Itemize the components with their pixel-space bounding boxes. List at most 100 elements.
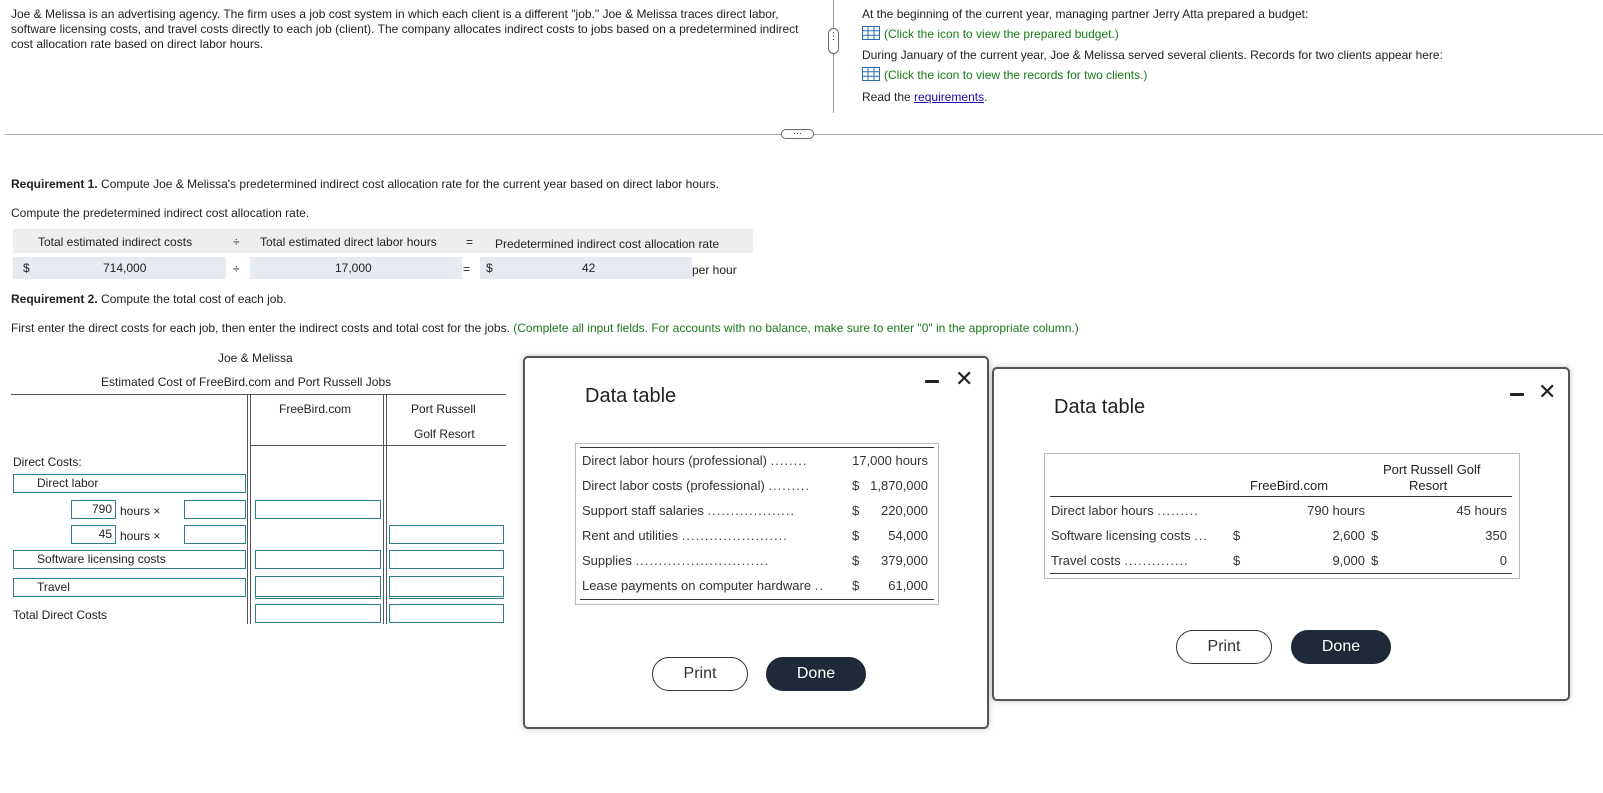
records-link-text[interactable]: (Click the icon to view the records for … [884, 68, 1147, 82]
print-button[interactable]: Print [652, 657, 748, 691]
row-currency-freebird: $ [1233, 553, 1241, 568]
done-button[interactable]: Done [766, 657, 866, 691]
row-leader-dots: ......... [1157, 503, 1199, 518]
req2-instruction-note: (Complete all input fields. For accounts… [509, 321, 1079, 335]
rate-value[interactable]: 42 [582, 261, 595, 275]
budget-data-dialog: Data table ✕ Direct labor hours (profess… [523, 356, 989, 729]
freebird-direct-labor-input[interactable] [255, 500, 381, 519]
budget-table: Direct labor hours (professional) ......… [575, 443, 939, 605]
req2-label-text: Compute the total cost of each job. [97, 292, 287, 306]
row-value: 17,000 hours [852, 453, 928, 468]
budget-row: Direct labor hours (professional) ......… [582, 453, 932, 471]
client-records-dialog: Data table ✕ FreeBird.com Port Russell G… [992, 367, 1570, 701]
done-button[interactable]: Done [1291, 630, 1391, 664]
req2-instruction-text: First enter the direct costs for each jo… [11, 321, 510, 335]
row-currency: $ [852, 528, 860, 543]
total-direct-label: Total Direct Costs [13, 608, 108, 622]
row-value: 379,000 [881, 553, 928, 568]
col-rule-2b [386, 394, 387, 624]
minimize-icon[interactable] [1510, 393, 1524, 396]
requirements-link[interactable]: requirements [914, 90, 984, 104]
row-value-freebird: 790 hours [1307, 503, 1365, 518]
direct-labor-label-field[interactable]: Direct labor [13, 474, 246, 493]
labor-hours-value[interactable]: 17,000 [335, 261, 372, 275]
travel-label: Travel [37, 580, 70, 594]
table-icon[interactable] [862, 67, 880, 81]
travel-label-field[interactable]: Travel [13, 578, 246, 597]
print-button[interactable]: Print [1176, 630, 1272, 664]
software-label: Software licensing costs [37, 552, 166, 566]
row-label: Support staff salaries [582, 503, 704, 518]
table-icon[interactable] [862, 26, 880, 40]
freebird-hours-input[interactable]: 790 [71, 500, 116, 519]
req1-label-bold: Requirement 1. [11, 177, 98, 191]
intro-text: Joe & Melissa is an advertising agency. … [11, 7, 799, 51]
records-row: Travel costs .............. $9,000 $0 [1051, 553, 1511, 571]
row-value-freebird: 2,600 [1332, 528, 1365, 543]
freebird-total-direct-input[interactable] [255, 604, 381, 623]
read-requirements: Read the requirements. [862, 90, 987, 104]
row-currency-port: $ [1371, 528, 1379, 543]
freebird-software-input[interactable] [255, 550, 381, 569]
col-header-port-2: Resort [1409, 478, 1448, 493]
row-currency-port: $ [1371, 553, 1379, 568]
read-suffix: . [984, 90, 988, 104]
freebird-rate-input[interactable] [184, 500, 246, 519]
port-direct-labor-input[interactable] [389, 525, 504, 544]
row-currency: $ [852, 578, 860, 593]
budget-row: Rent and utilities .....................… [582, 528, 932, 546]
header-labor-hours: Total estimated direct labor hours [260, 235, 437, 249]
row-leader-dots: ................... [707, 503, 796, 518]
records-row: Software licensing costs ... $2,600 $350 [1051, 528, 1511, 546]
software-label-field[interactable]: Software licensing costs [13, 550, 246, 569]
budget-link[interactable]: (Click the icon to view the prepared bud… [862, 26, 1119, 41]
row-label: Direct labor hours [1051, 503, 1154, 518]
row-value: 220,000 [881, 503, 928, 518]
budget-row: Direct labor costs (professional) ......… [582, 478, 932, 496]
row-leader-dots: .............. [1124, 553, 1189, 568]
budget-row: Lease payments on computer hardware .. $6… [582, 578, 932, 596]
row-leader-dots: .. [814, 578, 824, 593]
port-rate-input[interactable] [184, 525, 246, 544]
row-value: 54,000 [888, 528, 928, 543]
row-label: Travel costs [1051, 553, 1121, 568]
row-value-port: 350 [1485, 528, 1507, 543]
records-bottom-rule [1050, 573, 1512, 574]
col-rule-2a [383, 394, 384, 624]
req2-label: Requirement 2. Compute the total cost of… [11, 292, 286, 306]
expand-handle-icon[interactable]: ··· [781, 129, 814, 139]
port-total-direct-input[interactable] [389, 604, 504, 623]
col-header-port-1: Port Russell [411, 402, 476, 416]
close-icon[interactable]: ✕ [955, 368, 973, 390]
table-title-company: Joe & Melissa [218, 351, 293, 365]
row-leader-dots: ............................. [635, 553, 770, 568]
per-hour-label: per hour [692, 263, 737, 277]
table-top-rule [11, 394, 506, 395]
client-records-table: FreeBird.com Port Russell Golf Resort Di… [1044, 453, 1520, 579]
row-label: Software licensing costs [1051, 528, 1191, 543]
row-leader-dots: ........ [770, 453, 808, 468]
direct-costs-label: Direct Costs: [13, 455, 82, 469]
records-header-rule [1050, 496, 1512, 497]
budget-intro-line: At the beginning of the current year, ma… [862, 7, 1309, 21]
dialog-title: Data table [1054, 396, 1146, 418]
minimize-icon[interactable] [925, 380, 939, 383]
row-currency: $ [852, 478, 860, 493]
col-rule-1b [250, 394, 251, 624]
req1-instruction: Compute the predetermined indirect cost … [11, 206, 310, 220]
port-travel-input[interactable] [389, 576, 504, 599]
records-intro-line: During January of the current year, Joe … [862, 48, 1443, 62]
indirect-costs-value[interactable]: 714,000 [103, 261, 146, 275]
budget-link-text[interactable]: (Click the icon to view the prepared bud… [884, 27, 1119, 41]
port-software-input[interactable] [389, 550, 504, 569]
read-prefix: Read the [862, 90, 915, 104]
row-currency: $ [852, 553, 860, 568]
port-hours-input[interactable]: 45 [71, 525, 116, 544]
freebird-travel-input[interactable] [255, 576, 381, 599]
row-leader-dots: ....................... [681, 528, 788, 543]
budget-row: Supplies ............................. $3… [582, 553, 932, 571]
collapse-handle-icon[interactable]: ⋮ [828, 28, 839, 54]
close-icon[interactable]: ✕ [1538, 381, 1556, 403]
records-link[interactable]: (Click the icon to view the records for … [862, 67, 1147, 82]
row-currency: $ [852, 503, 860, 518]
